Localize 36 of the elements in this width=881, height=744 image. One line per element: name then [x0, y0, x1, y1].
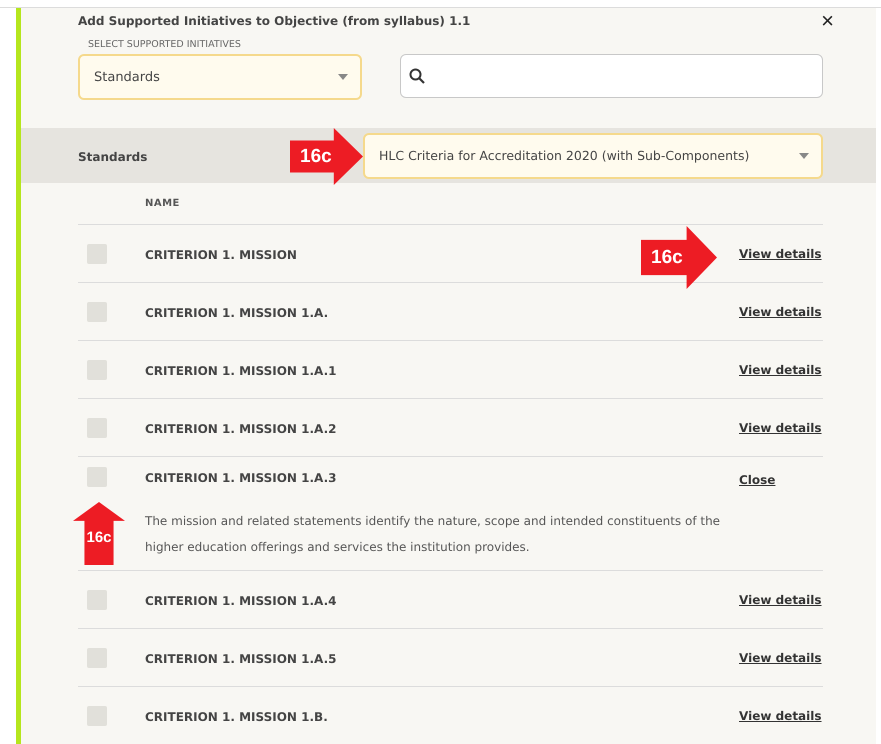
- field-label: SELECT SUPPORTED INITIATIVES: [88, 39, 242, 50]
- column-header: NAME: [145, 198, 180, 209]
- view-details-link[interactable]: View details: [739, 246, 822, 260]
- initiative-select[interactable]: Standards: [78, 54, 362, 100]
- checkbox[interactable]: [87, 302, 107, 322]
- view-details-link[interactable]: View details: [739, 362, 822, 376]
- view-details-link[interactable]: View details: [739, 592, 822, 606]
- view-details-link[interactable]: View details: [739, 420, 822, 434]
- view-details-link[interactable]: View details: [739, 708, 822, 722]
- checkbox[interactable]: [87, 467, 107, 487]
- standard-name: CRITERION 1. MISSION 1.A.: [145, 306, 328, 320]
- standard-name: CRITERION 1. MISSION 1.A.3: [145, 471, 336, 485]
- standard-name: CRITERION 1. MISSION 1.B.: [145, 710, 328, 724]
- standard-description: The mission and related statements identify the nature, scope and intended constituents of the higher education offerings and services the institution provides.: [145, 513, 722, 556]
- checkbox[interactable]: [87, 706, 107, 726]
- checkbox[interactable]: [87, 360, 107, 380]
- standard-name: CRITERION 1. MISSION: [145, 248, 297, 262]
- caret-icon: [799, 152, 809, 158]
- search-field[interactable]: [400, 54, 823, 98]
- view-details-link[interactable]: View details: [739, 650, 822, 664]
- checkbox[interactable]: [87, 648, 107, 668]
- view-details-link[interactable]: View details: [739, 304, 822, 318]
- close-button[interactable]: ×: [821, 11, 834, 31]
- search-icon: [409, 68, 425, 84]
- standard-name: CRITERION 1. MISSION 1.A.4: [145, 594, 336, 608]
- standard-name: CRITERION 1. MISSION 1.A.5: [145, 652, 336, 666]
- standards-label: Standards: [78, 150, 148, 164]
- checkbox[interactable]: [87, 244, 107, 264]
- checkbox[interactable]: [87, 418, 107, 438]
- dialog-title: Add Supported Initiatives to Objective (from syllabus) 1.1: [78, 14, 470, 28]
- checkbox[interactable]: [87, 590, 107, 610]
- standard-name: CRITERION 1. MISSION 1.A.1: [145, 364, 336, 378]
- standards-select[interactable]: HLC Criteria for Accreditation 2020 (with Sub-Components): [363, 132, 823, 178]
- standard-name: CRITERION 1. MISSION 1.A.2: [145, 422, 336, 436]
- close-link[interactable]: Close: [739, 473, 776, 487]
- caret-icon: [338, 74, 348, 80]
